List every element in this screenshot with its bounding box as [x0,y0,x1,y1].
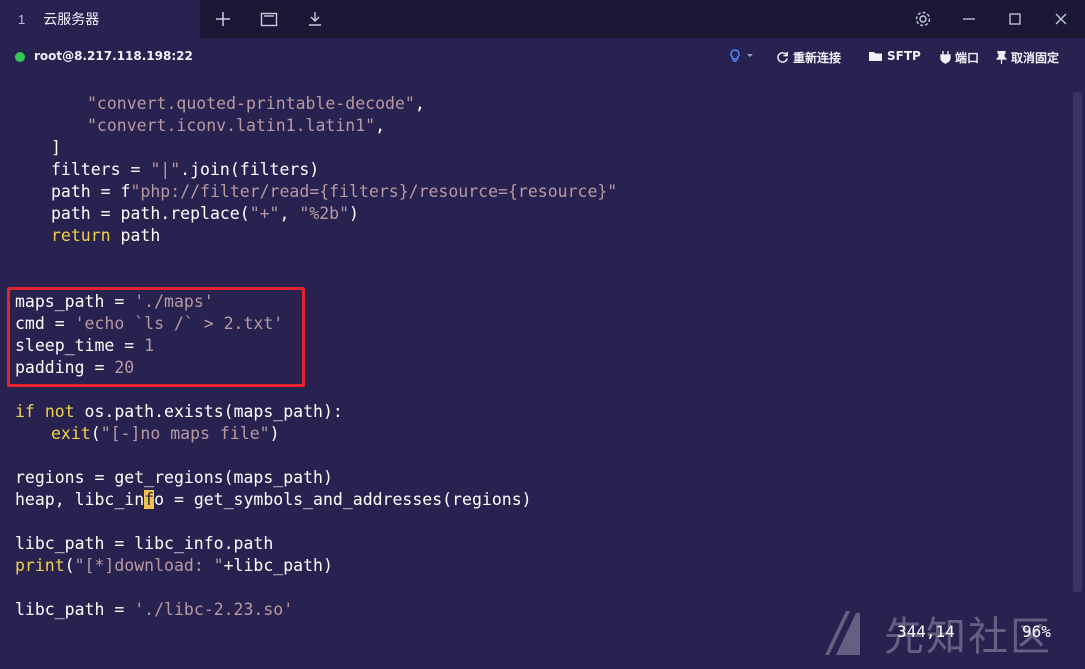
code-line: "convert.iconv.latin1.latin1", [87,116,386,135]
close-icon[interactable] [1051,9,1071,29]
code-line: path = path.replace("+", "%2b") [51,204,359,223]
code-line: ] [51,138,61,157]
host-label: root@8.217.118.198:22 [34,49,193,63]
reconnect-label: 重新连接 [793,51,842,65]
code-line: "convert.quoted-printable-decode", [87,94,425,113]
chevron-down-icon [747,54,753,57]
connection-status-icon [15,52,25,62]
watermark-logo-icon [825,611,860,655]
maximize-icon[interactable] [1005,9,1025,29]
code-line: exit("[-]no maps file") [51,424,280,443]
code-line: heap, libc_info = get_symbols_and_addres… [15,490,532,509]
code-line: return path [51,226,161,245]
folder-icon [869,52,882,61]
text-cursor: f [144,490,155,509]
gear-icon[interactable] [913,9,933,29]
tab-title: 云服务器 [43,12,100,28]
port-button[interactable]: 端口 [940,49,979,66]
title-bar: 1 云服务器 [0,0,1085,38]
tab-cloud-server[interactable]: 1 云服务器 [0,0,200,38]
watermark-text: 先知社区 [884,614,1052,660]
pin-icon [996,51,1007,64]
code-line: if not os.path.exists(maps_path): [15,402,343,421]
code-line: path = f"php://filter/read={filters}/res… [51,182,618,201]
new-window-icon[interactable] [259,9,279,29]
refresh-icon [777,51,788,63]
code-line: libc_path = libc_info.path [15,534,274,553]
terminal-output[interactable]: "convert.quoted-printable-decode", "conv… [0,78,1070,669]
unpin-label: 取消固定 [1011,51,1060,65]
hint-dropdown[interactable] [728,49,754,63]
scrollbar[interactable] [1073,92,1082,592]
sftp-button[interactable]: SFTP [868,49,921,63]
lightbulb-icon [730,49,740,62]
watermark: 先知社区 [822,607,1052,660]
connection-bar: root@8.217.118.198:22 重新连接 SFTP 端口 取消固定 [0,38,1085,78]
tab-index: 1 [18,11,26,27]
plug-icon [940,51,951,64]
download-icon[interactable] [305,9,325,29]
code-line: regions = get_regions(maps_path) [15,468,333,487]
sftp-label: SFTP [887,49,921,63]
highlight-box [7,287,305,387]
code-line: libc_path = './libc-2.23.so' [15,600,294,619]
reconnect-button[interactable]: 重新连接 [776,49,841,66]
minimize-icon[interactable] [959,9,979,29]
unpin-button[interactable]: 取消固定 [996,49,1059,66]
plus-icon[interactable] [213,9,233,29]
port-label: 端口 [955,51,980,65]
code-line: print("[*]download: "+libc_path) [15,556,333,575]
code-line: filters = "|".join(filters) [51,160,320,179]
